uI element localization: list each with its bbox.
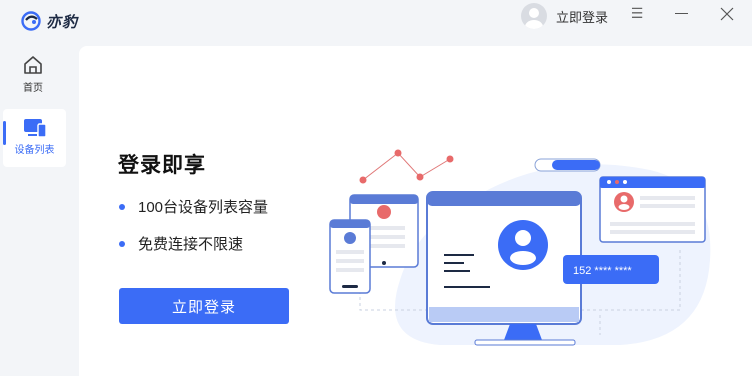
bullet-icon bbox=[119, 203, 125, 210]
close-icon[interactable] bbox=[717, 4, 737, 24]
sidebar-item-devices[interactable]: 设备列表 bbox=[3, 109, 66, 167]
titlebar-login-link[interactable]: 立即登录 bbox=[556, 7, 608, 26]
sidebar-item-home[interactable]: 首页 bbox=[0, 54, 66, 100]
devices-icon bbox=[23, 119, 47, 138]
bullet-icon bbox=[119, 240, 125, 247]
page-title: 登录即享 bbox=[118, 154, 206, 177]
user-avatar[interactable] bbox=[521, 3, 547, 29]
active-indicator bbox=[3, 121, 6, 145]
feature-label: 100台设备列表容量 bbox=[138, 199, 269, 216]
login-button[interactable]: 立即登录 bbox=[119, 288, 289, 324]
feature-label: 免费连接不限速 bbox=[138, 236, 244, 253]
user-silhouette-icon bbox=[525, 8, 543, 29]
feature-item: 免费连接不限速 bbox=[119, 233, 243, 254]
home-icon bbox=[24, 56, 42, 74]
card-number: 152 **** **** bbox=[573, 265, 632, 277]
app-logo: 亦豹 bbox=[20, 10, 78, 32]
sidebar-item-label: 首页 bbox=[23, 83, 43, 94]
app-name: 亦豹 bbox=[46, 13, 79, 31]
devices-illustration: 152 **** **** bbox=[329, 149, 711, 346]
menu-icon[interactable]: ☰ bbox=[629, 5, 645, 23]
sidebar-item-label: 设备列表 bbox=[14, 145, 55, 156]
app-logo-icon bbox=[21, 11, 41, 31]
minimize-button[interactable] bbox=[675, 13, 688, 14]
feature-item: 100台设备列表容量 bbox=[119, 196, 268, 217]
